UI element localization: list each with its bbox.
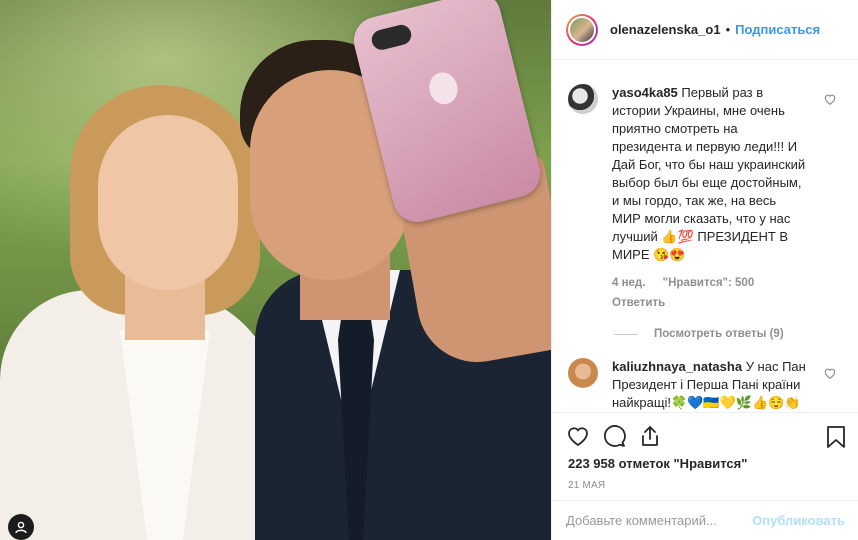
likes-count[interactable]: 223 958 отметок "Нравится" [568,456,747,471]
like-button[interactable] [566,424,590,448]
author-avatar[interactable] [566,13,598,46]
comment-input[interactable] [566,513,753,528]
comment-username[interactable]: yaso4ka85 [612,85,678,100]
comments-list[interactable]: yaso4ka85 Первый раз в истории Украины, … [552,60,858,412]
follow-button[interactable]: Подписаться [735,22,820,37]
apple-logo [425,69,461,108]
share-icon [642,425,658,446]
comment-text: Первый раз в истории Украины, мне очень … [612,85,806,262]
comment-item: yaso4ka85 Первый раз в истории Украины, … [568,84,843,312]
comment-body: kaliuzhnaya_natasha У нас Пан Президент … [612,358,808,412]
author-username[interactable]: olenazelenska_o1 [610,22,721,37]
comment-meta: 4 нед. "Нравится": 500 [612,274,808,292]
reply-button[interactable]: Ответить [612,294,808,312]
post-actions [552,412,858,458]
post-sidebar: olenazelenska_o1 • Подписаться yaso4ka85… [551,0,858,540]
comment-username[interactable]: kaliuzhnaya_natasha [612,359,742,374]
comment-age[interactable]: 4 нед. [612,277,645,289]
header-separator: • [725,22,731,37]
comment-body: yaso4ka85 Первый раз в истории Украины, … [612,84,808,312]
comment-likes[interactable]: "Нравится": 500 [663,277,755,289]
comment-button[interactable] [602,424,626,448]
bookmark-icon[interactable] [825,425,847,449]
view-replies-label[interactable]: Посмотреть ответы (9) [654,328,784,340]
replies-divider [614,333,638,335]
woman-face [98,115,238,290]
post-photo[interactable] [0,0,551,540]
post-date[interactable]: 21 МАЯ [568,480,605,491]
heart-icon [568,426,588,446]
view-replies-button[interactable]: Посмотреть ответы (9) [614,328,843,340]
heart-icon[interactable] [823,92,837,106]
heart-icon[interactable] [823,366,837,380]
commenter-avatar[interactable] [568,358,598,388]
commenter-avatar[interactable] [568,84,598,114]
user-tag-icon[interactable] [8,514,34,540]
add-comment-bar: Опубликовать [552,500,858,540]
share-button[interactable] [638,424,662,448]
comment-icon [604,424,626,447]
post-header: olenazelenska_o1 • Подписаться [552,0,858,60]
publish-button[interactable]: Опубликовать [752,513,845,528]
phone-camera [369,22,414,52]
comment-item: kaliuzhnaya_natasha У нас Пан Президент … [568,358,843,412]
